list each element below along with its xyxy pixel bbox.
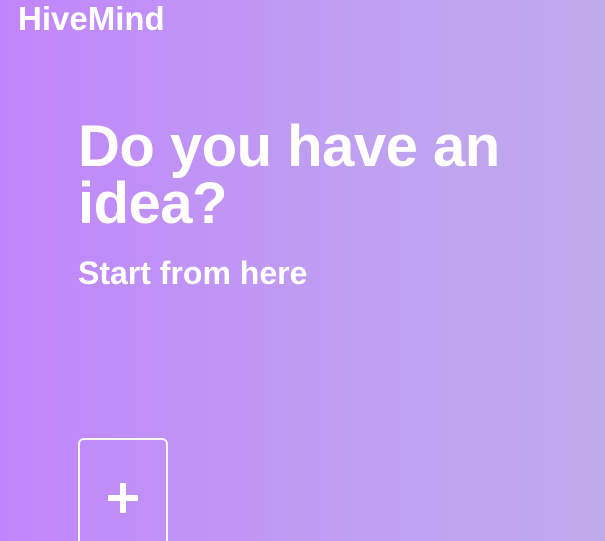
- add-idea-card-button[interactable]: [78, 438, 168, 541]
- hero-headline: Do you have an idea?: [78, 114, 500, 236]
- brand-logo-text: HiveMind: [18, 0, 165, 37]
- hero-section: Do you have an idea? Start from here: [78, 118, 588, 292]
- hero-subtitle: Start from here: [78, 255, 308, 291]
- plus-icon: [108, 483, 138, 513]
